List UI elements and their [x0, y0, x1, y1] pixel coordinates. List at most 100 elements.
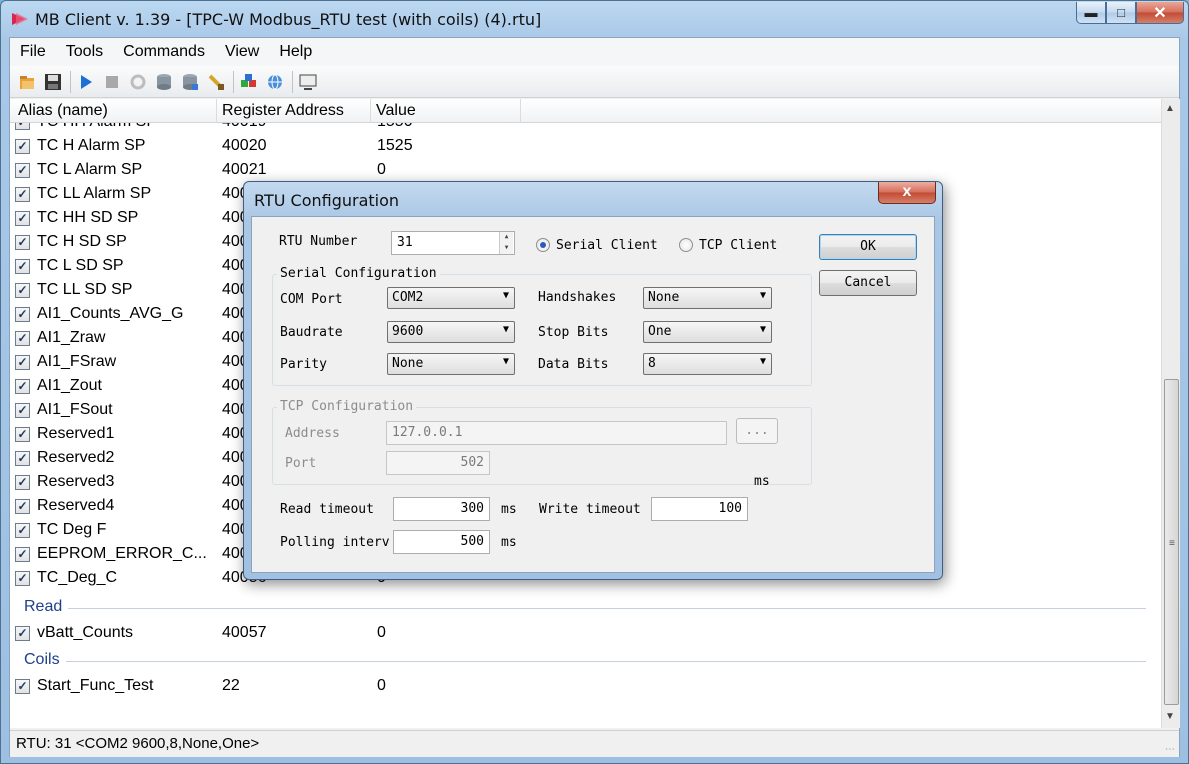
- group-label: Read: [24, 598, 69, 616]
- read-timeout-input[interactable]: 300: [393, 497, 490, 521]
- row-checkbox[interactable]: ✓: [15, 626, 30, 641]
- stop-button[interactable]: [101, 71, 123, 93]
- title-bar[interactable]: MB Client v. 1.39 - [TPC-W Modbus_RTU te…: [1, 1, 1188, 37]
- row-checkbox[interactable]: ✓: [15, 355, 30, 370]
- rtu-config-button[interactable]: [238, 71, 260, 93]
- scroll-down-icon[interactable]: ▼: [1165, 711, 1175, 722]
- resize-grip-icon[interactable]: ⋯: [1165, 744, 1175, 755]
- tcp-client-label[interactable]: TCP Client: [699, 238, 777, 253]
- row-alias: AI1_FSout: [37, 401, 113, 418]
- row-checkbox[interactable]: ✓: [15, 283, 30, 298]
- write-db-button[interactable]: [179, 71, 201, 93]
- scrollbar-thumb[interactable]: ≡: [1164, 379, 1179, 705]
- read-db-button[interactable]: [153, 71, 175, 93]
- cancel-button[interactable]: Cancel: [819, 270, 917, 296]
- handshakes-select[interactable]: None ▼: [643, 287, 772, 309]
- row-checkbox[interactable]: ✓: [15, 451, 30, 466]
- table-row[interactable]: ✓ Start_Func_Test 22 0: [10, 675, 1161, 699]
- menu-file[interactable]: File: [20, 43, 46, 61]
- row-checkbox[interactable]: ✓: [15, 139, 30, 154]
- ok-button[interactable]: OK: [819, 234, 917, 260]
- tcp-config-title: TCP Configuration: [277, 399, 417, 414]
- chevron-down-icon: ▼: [502, 290, 509, 301]
- group-header[interactable]: Coils: [10, 649, 1150, 673]
- monitor-button[interactable]: [297, 71, 319, 93]
- row-address: 40019: [222, 123, 267, 131]
- row-checkbox[interactable]: ✓: [15, 163, 30, 178]
- row-checkbox[interactable]: ✓: [15, 499, 30, 514]
- parity-select[interactable]: None ▼: [387, 353, 515, 375]
- row-checkbox[interactable]: ✓: [15, 123, 30, 130]
- row-checkbox[interactable]: ✓: [15, 307, 30, 322]
- open-button[interactable]: [16, 71, 38, 93]
- table-row[interactable]: ✓ TC HH Alarm SP 40019 1550: [10, 123, 1161, 135]
- rtu-number-input[interactable]: 31 ▲ ▼: [391, 231, 515, 255]
- spin-up-icon[interactable]: ▲: [499, 232, 513, 243]
- serial-client-radio[interactable]: [536, 238, 550, 252]
- row-alias: Reserved2: [37, 449, 115, 466]
- clear-button[interactable]: [205, 71, 227, 93]
- port-input[interactable]: 502: [386, 451, 490, 475]
- table-row[interactable]: ✓ vBatt_Counts 40057 0: [10, 622, 1161, 646]
- minimize-button[interactable]: ▬: [1076, 2, 1106, 24]
- close-button[interactable]: ✕: [1136, 2, 1184, 24]
- network-button[interactable]: [264, 71, 286, 93]
- row-checkbox[interactable]: ✓: [15, 403, 30, 418]
- chevron-down-icon: ▼: [759, 356, 766, 367]
- column-alias[interactable]: Alias (name): [18, 102, 108, 120]
- column-value[interactable]: Value: [376, 102, 416, 120]
- data-bits-select[interactable]: 8 ▼: [643, 353, 772, 375]
- row-checkbox[interactable]: ✓: [15, 187, 30, 202]
- menu-help[interactable]: Help: [279, 43, 312, 61]
- address-input[interactable]: 127.0.0.1: [386, 421, 727, 445]
- column-register-address[interactable]: Register Address: [222, 102, 344, 120]
- maximize-button[interactable]: □: [1106, 2, 1136, 24]
- column-divider[interactable]: [520, 99, 521, 123]
- row-alias: TC HH Alarm SP: [37, 123, 217, 131]
- row-checkbox[interactable]: ✓: [15, 523, 30, 538]
- browse-button[interactable]: ...: [736, 418, 778, 444]
- row-checkbox[interactable]: ✓: [15, 547, 30, 562]
- row-checkbox[interactable]: ✓: [15, 679, 30, 694]
- row-checkbox[interactable]: ✓: [15, 379, 30, 394]
- group-header[interactable]: Read: [10, 596, 1150, 620]
- rtu-number-spinner[interactable]: ▲ ▼: [499, 232, 513, 254]
- menu-commands[interactable]: Commands: [123, 43, 205, 61]
- spin-down-icon[interactable]: ▼: [499, 243, 513, 254]
- run-button[interactable]: [75, 71, 97, 93]
- write-timeout-input[interactable]: 100: [651, 497, 748, 521]
- row-value: 0: [377, 624, 386, 641]
- refresh-button[interactable]: [127, 71, 149, 93]
- table-row[interactable]: ✓ TC H Alarm SP 40020 1525: [10, 135, 1161, 159]
- column-divider[interactable]: [370, 99, 371, 123]
- row-checkbox[interactable]: ✓: [15, 331, 30, 346]
- serial-client-label[interactable]: Serial Client: [556, 238, 658, 253]
- polling-label: Polling interv: [280, 535, 390, 550]
- table-row[interactable]: ✓ TC L Alarm SP 40021 0: [10, 159, 1161, 183]
- polling-input[interactable]: 500: [393, 530, 490, 554]
- row-checkbox[interactable]: ✓: [15, 475, 30, 490]
- row-checkbox[interactable]: ✓: [15, 259, 30, 274]
- row-checkbox[interactable]: ✓: [15, 211, 30, 226]
- window-title: MB Client v. 1.39 - [TPC-W Modbus_RTU te…: [35, 10, 542, 29]
- row-checkbox[interactable]: ✓: [15, 571, 30, 586]
- com-port-value: COM2: [392, 290, 424, 305]
- vertical-scrollbar[interactable]: ▲ ≡ ▼: [1161, 99, 1180, 728]
- dialog-close-button[interactable]: x: [878, 182, 936, 204]
- cubes-icon: [241, 73, 256, 87]
- tcp-client-radio[interactable]: [679, 238, 693, 252]
- com-port-select[interactable]: COM2 ▼: [387, 287, 515, 309]
- menu-tools[interactable]: Tools: [66, 43, 103, 61]
- close-icon: x: [902, 183, 912, 200]
- column-divider[interactable]: [216, 99, 217, 123]
- save-button[interactable]: [42, 71, 64, 93]
- handshakes-value: None: [648, 290, 680, 305]
- row-checkbox[interactable]: ✓: [15, 235, 30, 250]
- row-alias: TC LL SD SP: [37, 281, 133, 298]
- baudrate-select[interactable]: 9600 ▼: [387, 321, 515, 343]
- stop-bits-select[interactable]: One ▼: [643, 321, 772, 343]
- menu-view[interactable]: View: [225, 43, 259, 61]
- scroll-up-icon[interactable]: ▲: [1165, 103, 1175, 114]
- row-checkbox[interactable]: ✓: [15, 427, 30, 442]
- polling-unit: ms: [501, 535, 517, 550]
